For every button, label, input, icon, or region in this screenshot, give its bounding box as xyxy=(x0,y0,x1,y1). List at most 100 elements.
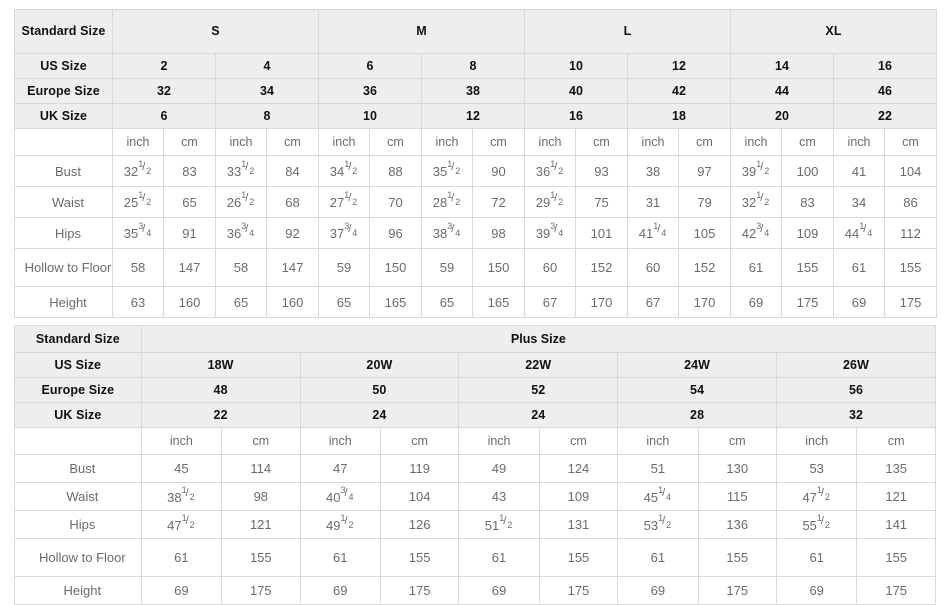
uk-size-value: 22 xyxy=(140,402,301,428)
row-label-europe-size: Europe Size xyxy=(14,78,113,104)
measure-value: 67 xyxy=(524,286,577,318)
measure-label: Hollow to Floor xyxy=(14,248,113,287)
measure-value: 61 xyxy=(730,248,783,287)
us-size-value: 26W xyxy=(775,352,937,378)
uk-size-value: 32 xyxy=(775,402,937,428)
measure-value: 41 1/4 xyxy=(627,217,680,249)
measure-value: 92 xyxy=(266,217,319,249)
measure-value: 70 xyxy=(369,186,422,218)
measure-value: 37 3/4 xyxy=(318,217,370,249)
measure-value: 141 xyxy=(856,510,936,539)
measure-value: 83 xyxy=(781,186,835,218)
standard-us-size-row: US Size 2 4 6 8 10 12 14 16 xyxy=(14,53,938,79)
uk-size-value: 24 xyxy=(299,402,460,428)
measure-value: 69 xyxy=(833,286,886,318)
measure-value: 155 xyxy=(884,248,938,287)
measure-value: 175 xyxy=(379,576,460,605)
measure-value: 61 xyxy=(140,538,223,577)
measure-row-height: Height 69 175 69 175 69 175 69 175 69 175 xyxy=(14,576,936,605)
unit-header-cm: cm xyxy=(471,128,526,156)
unit-header-inch: inch xyxy=(215,128,267,156)
europe-size-value: 38 xyxy=(420,78,526,104)
measure-value: 60 xyxy=(524,248,577,287)
measure-value: 69 xyxy=(299,576,381,605)
unit-header-inch: inch xyxy=(617,427,699,455)
measure-value: 175 xyxy=(221,576,301,605)
measure-value: 51 xyxy=(617,454,699,483)
measure-value: 41 xyxy=(833,155,886,187)
measure-value: 28 1/2 xyxy=(421,186,473,218)
measure-value: 96 xyxy=(369,217,422,249)
measure-value: 155 xyxy=(856,538,936,577)
measure-value: 69 xyxy=(140,576,223,605)
measure-value: 45 xyxy=(140,454,223,483)
measure-value: 104 xyxy=(379,482,460,511)
measure-value: 160 xyxy=(163,286,216,318)
measure-value: 155 xyxy=(538,538,619,577)
measure-value: 91 xyxy=(163,217,216,249)
measure-value: 36 1/2 xyxy=(524,155,577,187)
us-size-value: 8 xyxy=(420,53,526,79)
europe-size-value: 44 xyxy=(730,78,835,104)
measure-row-bust: Bust 45 114 47 119 49 124 51 130 53 135 xyxy=(14,454,936,483)
measure-row-hips: Hips 35 3/4 91 36 3/4 92 37 3/4 96 38 3/4 98 39 3/4 10… xyxy=(14,217,938,249)
measure-value: 75 xyxy=(575,186,629,218)
measure-row-hollow-to-floor: Hollow to Floor 58 147 58 147 59 150 59 150 60 15… xyxy=(14,248,938,287)
unit-header-cm: cm xyxy=(781,128,835,156)
measure-value: 68 xyxy=(266,186,319,218)
measure-value: 61 xyxy=(458,538,540,577)
measure-value: 53 xyxy=(775,454,858,483)
europe-size-value: 50 xyxy=(299,377,460,403)
unit-header-cm: cm xyxy=(163,128,216,156)
measure-value: 152 xyxy=(678,248,732,287)
measure-value: 150 xyxy=(369,248,422,287)
measure-value: 109 xyxy=(781,217,835,249)
unit-header-inch: inch xyxy=(318,128,370,156)
measure-label: Waist xyxy=(14,482,142,511)
measure-value: 126 xyxy=(379,510,460,539)
europe-size-value: 48 xyxy=(140,377,301,403)
measure-value: 155 xyxy=(697,538,777,577)
measure-value: 58 xyxy=(215,248,267,287)
measure-value: 32 1/2 xyxy=(112,155,164,187)
plus-size-group-label: Plus Size xyxy=(140,325,937,353)
europe-size-value: 34 xyxy=(215,78,319,104)
uk-size-value: 6 xyxy=(112,103,216,129)
us-size-value: 16 xyxy=(833,53,938,79)
measure-label: Hollow to Floor xyxy=(14,538,142,577)
row-label-us-size: US Size xyxy=(14,352,142,378)
measure-value: 38 3/4 xyxy=(421,217,473,249)
measure-value: 42 3/4 xyxy=(730,217,783,249)
unit-header-cm: cm xyxy=(884,128,938,156)
measure-value: 175 xyxy=(856,576,936,605)
measure-value: 63 xyxy=(112,286,164,318)
unit-header-inch: inch xyxy=(112,128,164,156)
measure-value: 32 1/2 xyxy=(730,186,783,218)
measure-value: 65 xyxy=(215,286,267,318)
measure-value: 97 xyxy=(678,155,732,187)
unit-header-cm: cm xyxy=(678,128,732,156)
measure-value: 38 1/2 xyxy=(140,482,223,511)
size-group-xl: XL xyxy=(730,9,938,54)
measure-label: Height xyxy=(14,576,142,605)
standard-uk-size-row: UK Size 6 8 10 12 16 18 20 22 xyxy=(14,103,938,129)
uk-size-value: 22 xyxy=(833,103,938,129)
size-group-l: L xyxy=(524,9,732,54)
measure-value: 44 1/4 xyxy=(833,217,886,249)
measure-value: 101 xyxy=(575,217,629,249)
plus-uk-size-row: UK Size 22 24 24 28 32 xyxy=(14,402,937,428)
europe-size-value: 40 xyxy=(524,78,629,104)
measure-value: 175 xyxy=(884,286,938,318)
measure-row-waist: Waist 38 1/2 98 40 3/4 104 43 109 45 1/4 115 47 1/2 1… xyxy=(14,482,936,511)
measure-label: Waist xyxy=(14,186,113,218)
uk-size-value: 24 xyxy=(458,402,619,428)
measure-value: 59 xyxy=(318,248,370,287)
measure-value: 40 3/4 xyxy=(299,482,381,511)
measure-value: 79 xyxy=(678,186,732,218)
measure-value: 84 xyxy=(266,155,319,187)
us-size-value: 20W xyxy=(299,352,460,378)
measure-label: Hips xyxy=(14,510,142,539)
unit-header-inch: inch xyxy=(524,128,577,156)
measure-value: 121 xyxy=(221,510,301,539)
measure-value: 83 xyxy=(163,155,216,187)
